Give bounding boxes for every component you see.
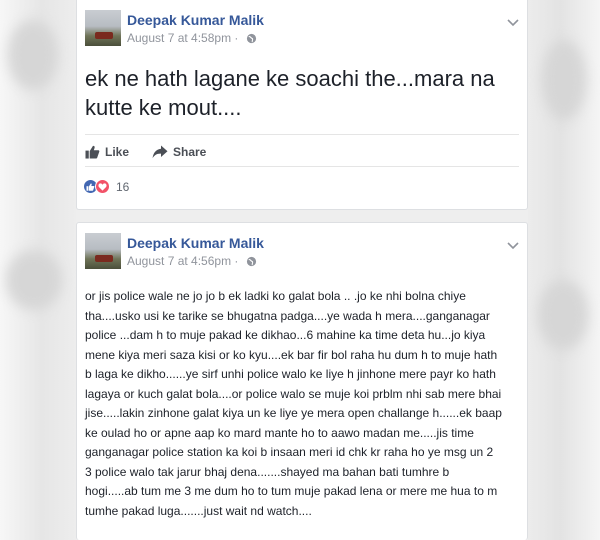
divider: [85, 134, 519, 135]
blurred-background-right: [528, 0, 600, 540]
post-meta: August 7 at 4:58pm ·: [127, 31, 257, 47]
post-meta: August 7 at 4:56pm ·: [127, 254, 257, 270]
love-reaction-icon: [95, 179, 110, 194]
globe-icon: [246, 256, 257, 270]
chevron-down-icon[interactable]: [507, 14, 519, 32]
avatar[interactable]: [85, 233, 121, 269]
blurred-background-left: [0, 0, 76, 540]
post-text: or jis police wale ne jo jo b ek ladki k…: [85, 289, 502, 518]
author-name[interactable]: Deepak Kumar Malik: [127, 235, 264, 251]
author-name[interactable]: Deepak Kumar Malik: [127, 12, 264, 28]
screenshot: Deepak Kumar Malik August 7 at 4:58pm · …: [0, 0, 600, 540]
divider: [85, 166, 519, 167]
background-blob: [6, 250, 62, 310]
thumbs-up-icon: [85, 145, 100, 159]
share-label: Share: [173, 145, 207, 159]
reaction-count: 16: [116, 179, 130, 194]
globe-icon: [246, 33, 257, 47]
share-button[interactable]: Share: [152, 145, 206, 159]
like-label: Like: [105, 145, 130, 159]
meta-separator: ·: [234, 254, 239, 268]
post-timestamp[interactable]: August 7 at 4:56pm: [127, 254, 231, 268]
background-blob: [8, 20, 58, 90]
chevron-down-icon[interactable]: [507, 237, 519, 255]
reactions-summary[interactable]: 16: [83, 179, 129, 194]
avatar[interactable]: [85, 10, 121, 46]
post-timestamp[interactable]: August 7 at 4:58pm: [127, 31, 231, 45]
post-text: ek ne hath lagane ke soachi the...mara n…: [85, 66, 495, 120]
like-button[interactable]: Like: [85, 145, 129, 159]
share-arrow-icon: [152, 145, 168, 159]
post-card: Deepak Kumar Malik August 7 at 4:56pm · …: [76, 222, 528, 540]
background-blob: [542, 40, 586, 120]
meta-separator: ·: [234, 31, 239, 45]
background-blob: [538, 280, 588, 350]
post-card: Deepak Kumar Malik August 7 at 4:58pm · …: [76, 0, 528, 210]
